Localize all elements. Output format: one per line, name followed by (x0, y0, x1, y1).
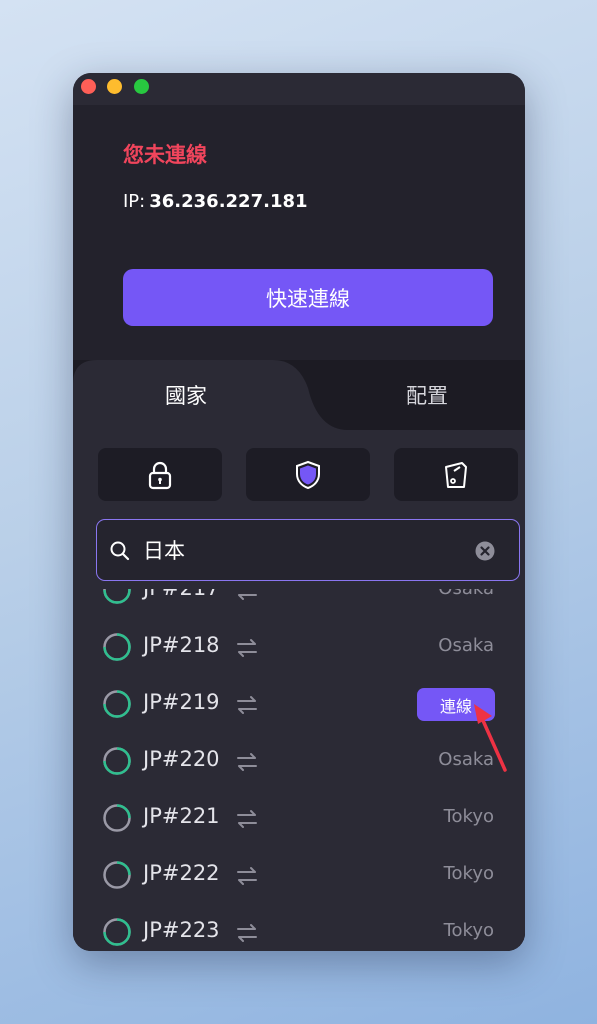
quick-connect-button[interactable]: 快速連線 (123, 269, 493, 326)
server-name: JP#223 (143, 918, 220, 942)
swap-icon (238, 594, 257, 600)
load-ring-icon (103, 690, 131, 718)
server-name: JP#221 (143, 804, 220, 828)
server-row[interactable]: JP#218 Osaka (73, 619, 525, 676)
server-name: JP#217 (143, 589, 220, 600)
swap-icon (237, 810, 257, 828)
server-city: Tokyo (443, 920, 494, 941)
search-input[interactable] (143, 532, 463, 568)
server-city: Osaka (438, 635, 494, 656)
load-ring-icon (103, 747, 131, 775)
ip-value: 36.236.227.181 (149, 191, 308, 212)
streaming-icon (445, 461, 467, 488)
load-ring-icon (103, 861, 131, 889)
server-row[interactable]: JP#217 Osaka (73, 589, 525, 619)
load-ring-icon (103, 633, 131, 661)
swap-icon (237, 696, 257, 714)
server-row[interactable]: JP#222 Tokyo (73, 847, 525, 904)
server-row[interactable]: JP#220 Osaka (73, 733, 525, 790)
server-row[interactable]: JP#223 Tokyo (73, 904, 525, 951)
server-city: Osaka (438, 589, 494, 599)
load-ring-icon (103, 804, 131, 832)
filter-shield-button[interactable] (246, 448, 370, 501)
ip-label: IP: (123, 191, 146, 212)
search-icon (110, 541, 130, 561)
clear-search-icon[interactable] (475, 541, 495, 561)
load-ring-icon (103, 589, 131, 604)
search-box (96, 519, 520, 581)
title-bar (73, 73, 525, 105)
filter-streaming-button[interactable] (394, 448, 518, 501)
filter-lock-button[interactable] (98, 448, 222, 501)
swap-icon (237, 753, 257, 771)
load-ring-icon (103, 918, 131, 946)
ip-address: IP: 36.236.227.181 (123, 191, 308, 212)
server-name: JP#219 (143, 690, 220, 714)
close-window-button[interactable] (81, 79, 96, 94)
shield-icon (296, 460, 320, 489)
swap-icon (237, 867, 257, 885)
tabs-area: 國家 配置 日本 JP#218 Osaka JP#219 連線 JP#220 O… (73, 360, 525, 951)
tab-config[interactable]: 配置 (406, 380, 448, 410)
server-name: JP#218 (143, 633, 220, 657)
swap-icon (237, 639, 257, 657)
server-city: Tokyo (443, 863, 494, 884)
server-row[interactable]: JP#221 Tokyo (73, 790, 525, 847)
server-city: Tokyo (443, 806, 494, 827)
pointer-arrow-icon (474, 704, 507, 772)
zoom-window-button[interactable] (134, 79, 149, 94)
lock-icon (148, 461, 172, 489)
server-name: JP#220 (143, 747, 220, 771)
tab-country[interactable]: 國家 (165, 380, 207, 410)
swap-icon (237, 924, 257, 942)
connection-status: 您未連線 (123, 143, 207, 167)
minimize-window-button[interactable] (107, 79, 122, 94)
server-name: JP#222 (143, 861, 220, 885)
vpn-window: 您未連線 IP: 36.236.227.181 快速連線 國家 配置 日本 JP… (73, 73, 525, 951)
server-list: JP#217 Osaka JP#218 (73, 589, 525, 951)
active-tab-shape (73, 360, 525, 440)
server-row[interactable]: JP#219 連線 (73, 676, 525, 733)
